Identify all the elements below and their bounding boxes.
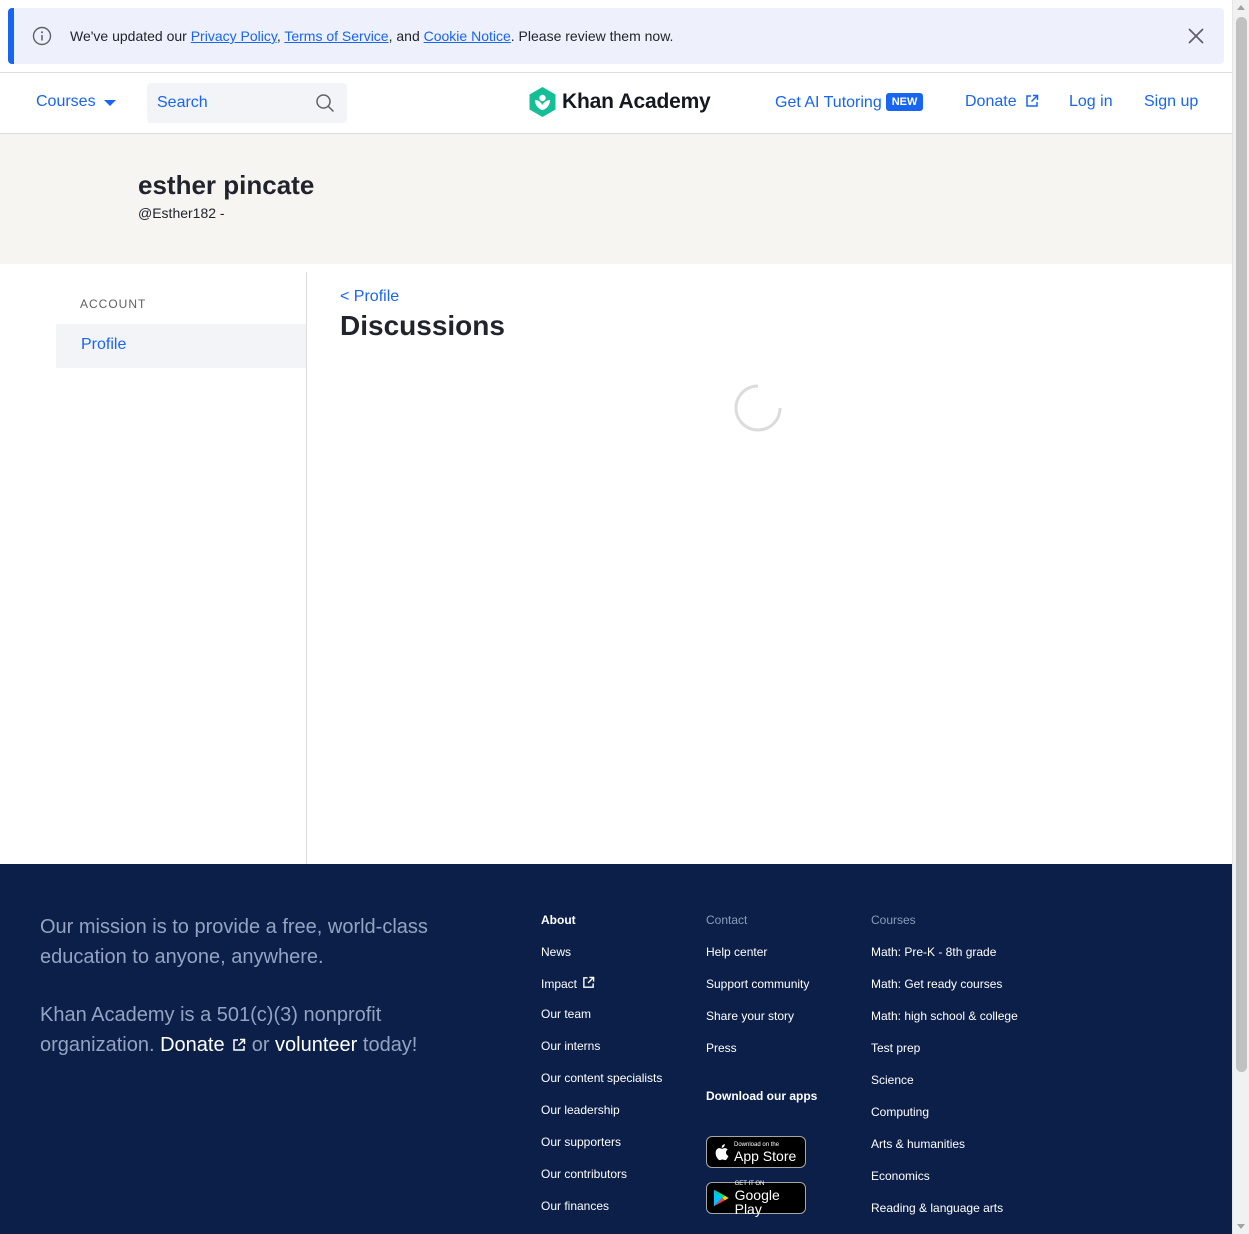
khan-academy-hexagon-icon (529, 87, 556, 117)
footer-link-share-story[interactable]: Share your story (706, 1008, 817, 1024)
footer-link-science[interactable]: Science (871, 1072, 1018, 1088)
download-apps-header: Download our apps (706, 1089, 818, 1103)
footer-link-supporters[interactable]: Our supporters (541, 1134, 662, 1150)
signup-link[interactable]: Sign up (1144, 93, 1198, 111)
google-play-icon (713, 1189, 729, 1207)
vertical-scrollbar[interactable] (1232, 0, 1249, 1234)
footer-link-math-get-ready[interactable]: Math: Get ready courses (871, 976, 1018, 992)
nonprofit-statement: Khan Academy is a 501(c)(3) nonprofit or… (40, 1000, 460, 1060)
scroll-down-arrow-icon[interactable] (1237, 1224, 1245, 1229)
google-play-badge[interactable]: GET IT ON Google Play (706, 1181, 806, 1217)
page: We've updated our Privacy Policy, Terms … (0, 0, 1232, 1234)
profile-name: esther pincate (138, 170, 315, 200)
close-icon[interactable] (1186, 26, 1206, 46)
footer-link-our-team[interactable]: Our team (541, 1006, 662, 1022)
about-header: About (541, 913, 576, 927)
footer-donate-link[interactable]: Donate (160, 1034, 225, 1056)
footer-link-support-community[interactable]: Support community (706, 976, 817, 992)
nonprofit-text: or (246, 1034, 276, 1056)
footer-link-news[interactable]: News (541, 944, 662, 960)
app-store-badge[interactable]: Download on the App Store (706, 1136, 806, 1168)
footer-link-math-prek-8[interactable]: Math: Pre-K - 8th grade (871, 944, 1018, 960)
banner-text: , and (388, 28, 424, 44)
sidebar-divider (306, 272, 307, 864)
nonprofit-text: today! (357, 1034, 418, 1056)
external-link-icon (583, 976, 595, 988)
profile-header: esther pincate @Esther182 - (0, 134, 1232, 264)
mission-statement: Our mission is to provide a free, world-… (40, 916, 428, 968)
privacy-policy-link[interactable]: Privacy Policy (191, 28, 277, 44)
contact-header: Contact (706, 913, 748, 927)
new-badge: NEW (885, 93, 924, 111)
search-input[interactable]: Search (147, 83, 347, 123)
impact-label: Impact (541, 977, 578, 991)
loading-spinner-icon (734, 384, 782, 432)
banner-text: We've updated our (70, 28, 191, 44)
site-footer: Our mission is to provide a free, world-… (0, 864, 1232, 1234)
courses-header: Courses (871, 913, 916, 927)
caret-down-icon (103, 100, 116, 106)
footer-link-finances[interactable]: Our finances (541, 1198, 662, 1214)
footer-link-press[interactable]: Press (706, 1040, 817, 1056)
policy-update-banner: We've updated our Privacy Policy, Terms … (8, 8, 1224, 64)
volunteer-link[interactable]: volunteer (275, 1034, 357, 1056)
footer-link-our-interns[interactable]: Our interns (541, 1038, 662, 1054)
footer-link-math-high-school[interactable]: Math: high school & college (871, 1008, 1018, 1024)
footer-link-help-center[interactable]: Help center (706, 944, 817, 960)
sidebar-item-label: Profile (81, 336, 127, 353)
donate-link[interactable]: Donate (965, 93, 1039, 111)
search-label: Search (157, 94, 208, 111)
external-link-icon (1026, 94, 1039, 107)
page-title: Discussions (340, 310, 505, 341)
banner-message: We've updated our Privacy Policy, Terms … (70, 26, 673, 46)
footer-link-test-prep[interactable]: Test prep (871, 1040, 1018, 1056)
external-link-icon (233, 1038, 246, 1051)
site-header: Courses Search Khan Academy Get AI Tutor… (0, 72, 1232, 134)
footer-link-arts-humanities[interactable]: Arts & humanities (871, 1136, 1018, 1152)
scroll-up-arrow-icon[interactable] (1237, 5, 1245, 10)
footer-link-content-specialists[interactable]: Our content specialists (541, 1070, 662, 1086)
scrollbar-thumb[interactable] (1236, 17, 1247, 1072)
ai-tutoring-label: Get AI Tutoring (775, 94, 882, 111)
account-section-label: ACCOUNT (80, 297, 147, 311)
back-to-profile-link[interactable]: < Profile (340, 288, 399, 306)
apple-icon (715, 1144, 729, 1161)
footer-about-column: About News Impact Our team Our interns O… (541, 912, 662, 1230)
khan-academy-logo[interactable]: Khan Academy (529, 87, 711, 117)
footer-courses-column: Courses Math: Pre-K - 8th grade Math: Ge… (871, 912, 1018, 1232)
login-link[interactable]: Log in (1069, 93, 1113, 111)
courses-menu-button[interactable]: Courses (36, 93, 116, 111)
banner-text: . Please review them now. (510, 28, 674, 44)
logo-text: Khan Academy (562, 90, 711, 113)
sidebar-item-profile[interactable]: Profile (56, 324, 306, 368)
cookie-notice-link[interactable]: Cookie Notice (424, 28, 511, 44)
footer-link-leadership[interactable]: Our leadership (541, 1102, 662, 1118)
app-store-big-text: App Store (734, 1147, 797, 1164)
get-ai-tutoring-link[interactable]: Get AI Tutoring NEW (775, 93, 924, 112)
footer-link-impact[interactable]: Impact (541, 976, 662, 992)
footer-link-reading-language-arts[interactable]: Reading & language arts (871, 1200, 1018, 1216)
google-play-big-text: Google Play (734, 1186, 780, 1217)
donate-label: Donate (965, 93, 1017, 110)
search-icon (316, 94, 335, 113)
footer-link-computing[interactable]: Computing (871, 1104, 1018, 1120)
footer-contact-column: Contact Help center Support community Sh… (706, 912, 817, 1120)
info-icon (32, 26, 52, 46)
footer-link-contributors[interactable]: Our contributors (541, 1166, 662, 1182)
courses-label: Courses (36, 93, 96, 110)
footer-link-economics[interactable]: Economics (871, 1168, 1018, 1184)
profile-handle: @Esther182 - (138, 205, 225, 221)
terms-of-service-link[interactable]: Terms of Service (284, 28, 388, 44)
